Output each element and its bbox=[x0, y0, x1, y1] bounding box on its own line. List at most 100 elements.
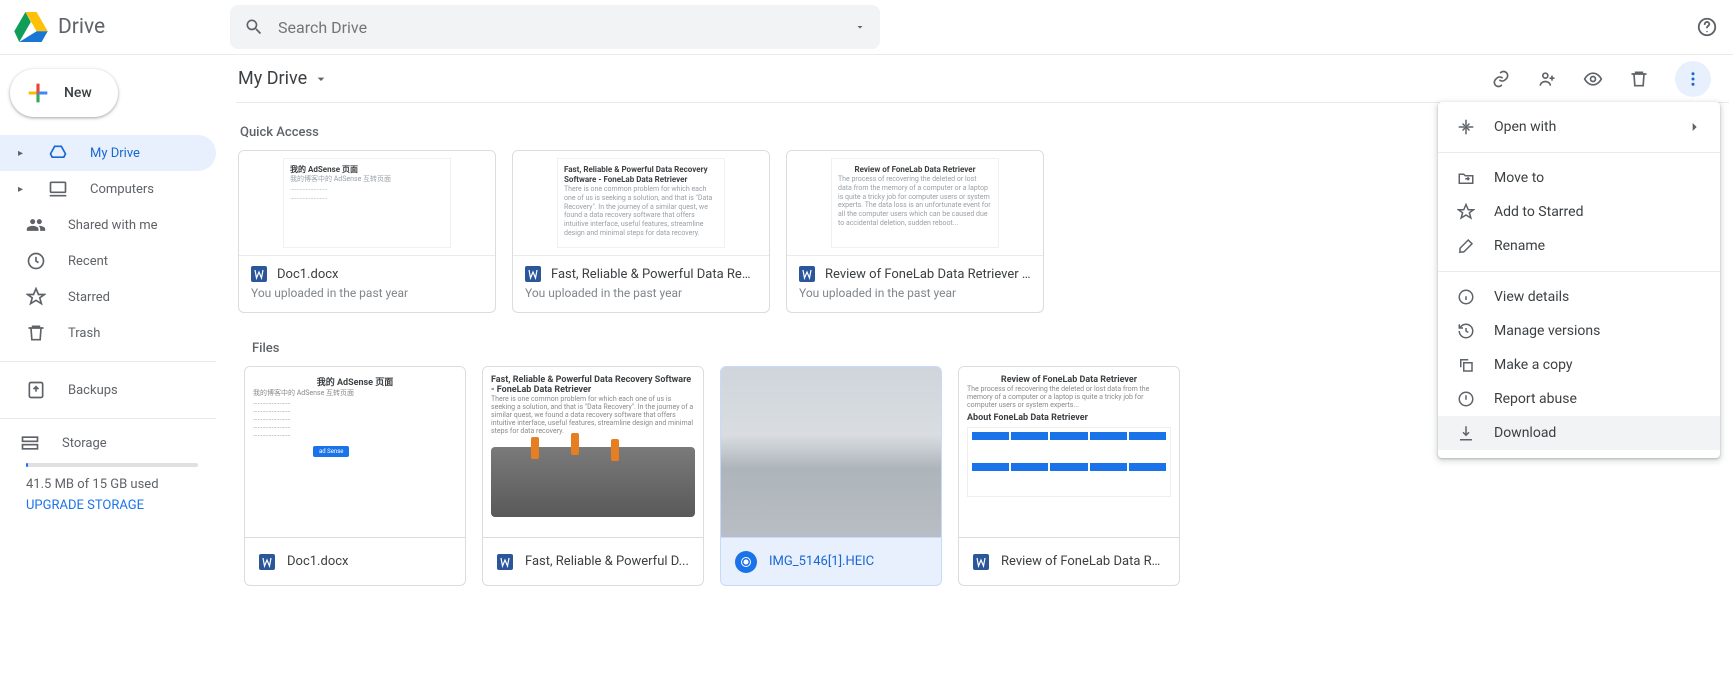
new-button[interactable]: New bbox=[10, 69, 118, 117]
recent-icon bbox=[26, 251, 46, 271]
ctx-label: Manage versions bbox=[1494, 323, 1600, 339]
ctx-label: Move to bbox=[1494, 170, 1544, 186]
computers-icon bbox=[48, 179, 68, 199]
search-options-icon[interactable] bbox=[854, 21, 866, 33]
quick-access-card[interactable]: Review of FoneLab Data RetrieverThe proc… bbox=[786, 150, 1044, 313]
ctx-label: View details bbox=[1494, 289, 1569, 305]
ctx-label: Add to Starred bbox=[1494, 204, 1583, 220]
thumbnail: Fast, Reliable & Powerful Data Recovery … bbox=[483, 367, 703, 537]
file-name: IMG_5146[1].HEIC bbox=[769, 554, 874, 569]
plus-icon bbox=[24, 79, 52, 107]
sidebar-item-starred[interactable]: Starred bbox=[0, 279, 216, 315]
titlebar: My Drive bbox=[236, 55, 1729, 103]
star-icon bbox=[1456, 202, 1476, 222]
more-actions-button[interactable] bbox=[1675, 61, 1711, 97]
file-card-selected[interactable]: IMG_5146[1].HEIC bbox=[720, 366, 942, 586]
sidebar-item-backups[interactable]: Backups bbox=[0, 372, 216, 408]
toolbar-actions bbox=[1491, 61, 1729, 97]
ctx-report-abuse[interactable]: Report abuse bbox=[1438, 382, 1720, 416]
ctx-label: Download bbox=[1494, 425, 1556, 441]
sidebar-item-trash[interactable]: Trash bbox=[0, 315, 216, 351]
sidebar-item-my-drive[interactable]: ▸ My Drive bbox=[0, 135, 216, 171]
storage-icon bbox=[20, 433, 40, 453]
ctx-open-with[interactable]: Open with bbox=[1438, 110, 1720, 144]
separator bbox=[0, 418, 216, 419]
storage-used: 41.5 MB of 15 GB used bbox=[26, 477, 198, 492]
ctx-make-copy[interactable]: Make a copy bbox=[1438, 348, 1720, 382]
eye-icon bbox=[1583, 69, 1603, 89]
file-name: Fast, Reliable & Powerful D... bbox=[525, 554, 689, 569]
ctx-rename[interactable]: Rename bbox=[1438, 229, 1720, 263]
file-sub: You uploaded in the past year bbox=[799, 286, 1031, 300]
nav-label: Backups bbox=[68, 383, 118, 398]
context-menu: Open with Move to Add to Starred Rename … bbox=[1438, 102, 1720, 458]
more-vert-icon bbox=[1684, 70, 1702, 88]
sidebar-item-computers[interactable]: ▸ Computers bbox=[0, 171, 216, 207]
storage-label[interactable]: Storage bbox=[62, 436, 107, 451]
rename-icon bbox=[1456, 236, 1476, 256]
ctx-manage-versions[interactable]: Manage versions bbox=[1438, 314, 1720, 348]
copy-icon bbox=[1456, 355, 1476, 375]
person-add-icon bbox=[1537, 69, 1557, 89]
quick-access-card[interactable]: 我的 AdSense 页面我的博客中的 AdSense 互转页面……………………… bbox=[238, 150, 496, 313]
sidebar-item-shared[interactable]: Shared with me bbox=[0, 207, 216, 243]
file-name: Doc1.docx bbox=[287, 554, 348, 569]
file-card[interactable]: Fast, Reliable & Powerful Data Recovery … bbox=[482, 366, 704, 586]
separator bbox=[0, 361, 216, 362]
new-button-label: New bbox=[64, 85, 92, 101]
logo-area[interactable]: Drive bbox=[14, 12, 230, 42]
download-icon bbox=[1456, 423, 1476, 443]
thumbnail: 我的 AdSense 页面我的博客中的 AdSense 互转页面……………………… bbox=[245, 367, 465, 537]
ctx-download[interactable]: Download bbox=[1438, 416, 1720, 450]
trash-icon bbox=[26, 323, 46, 343]
separator bbox=[1438, 152, 1720, 153]
storage-bar bbox=[26, 463, 198, 467]
chevron-right-icon bbox=[1686, 119, 1702, 135]
expand-icon[interactable]: ▸ bbox=[18, 148, 26, 159]
share-button[interactable] bbox=[1537, 69, 1557, 89]
file-name: Review of FoneLab Data Re... bbox=[1001, 554, 1165, 569]
nav-label: Recent bbox=[68, 254, 108, 269]
help-icon bbox=[1696, 16, 1718, 38]
dropdown-icon bbox=[313, 71, 329, 87]
sidebar-nav: ▸ My Drive ▸ Computers Shared with me Re… bbox=[0, 135, 216, 513]
search-bar[interactable] bbox=[230, 5, 880, 49]
ctx-label: Make a copy bbox=[1494, 357, 1573, 373]
ctx-move-to[interactable]: Move to bbox=[1438, 161, 1720, 195]
search-input[interactable] bbox=[278, 18, 840, 37]
thumbnail: Fast, Reliable & Powerful Data Recovery … bbox=[513, 151, 769, 255]
file-card[interactable]: 我的 AdSense 页面我的博客中的 AdSense 互转页面……………………… bbox=[244, 366, 466, 586]
search-icon bbox=[244, 17, 264, 37]
nav-label: Shared with me bbox=[68, 218, 158, 233]
thumbnail bbox=[721, 367, 941, 537]
file-name: Review of FoneLab Data Retriever - t... bbox=[825, 267, 1031, 282]
ctx-label: Open with bbox=[1494, 119, 1556, 135]
file-card[interactable]: Review of FoneLab Data RetrieverThe proc… bbox=[958, 366, 1180, 586]
ctx-add-star[interactable]: Add to Starred bbox=[1438, 195, 1720, 229]
nav-label: Computers bbox=[90, 182, 154, 197]
word-icon bbox=[973, 554, 989, 570]
ctx-label: Report abuse bbox=[1494, 391, 1577, 407]
thumbnail: Review of FoneLab Data RetrieverThe proc… bbox=[787, 151, 1043, 255]
quick-access-card[interactable]: Fast, Reliable & Powerful Data Recovery … bbox=[512, 150, 770, 313]
nav-label: Trash bbox=[68, 326, 100, 341]
thumbnail: 我的 AdSense 页面我的博客中的 AdSense 互转页面……………………… bbox=[239, 151, 495, 255]
file-sub: You uploaded in the past year bbox=[251, 286, 483, 300]
file-name: Doc1.docx bbox=[277, 267, 338, 282]
shared-icon bbox=[26, 215, 46, 235]
backups-icon bbox=[26, 380, 46, 400]
get-link-button[interactable] bbox=[1491, 69, 1511, 89]
remove-button[interactable] bbox=[1629, 69, 1649, 89]
file-sub: You uploaded in the past year bbox=[525, 286, 757, 300]
preview-button[interactable] bbox=[1583, 69, 1603, 89]
image-icon bbox=[735, 551, 757, 573]
separator bbox=[1438, 271, 1720, 272]
help-button[interactable] bbox=[1695, 15, 1719, 39]
sidebar-item-recent[interactable]: Recent bbox=[0, 243, 216, 279]
location-title[interactable]: My Drive bbox=[236, 68, 329, 89]
expand-icon[interactable]: ▸ bbox=[18, 184, 26, 195]
my-drive-icon bbox=[48, 143, 68, 163]
ctx-view-details[interactable]: View details bbox=[1438, 280, 1720, 314]
upgrade-storage-link[interactable]: UPGRADE STORAGE bbox=[26, 498, 198, 513]
open-with-icon bbox=[1456, 117, 1476, 137]
